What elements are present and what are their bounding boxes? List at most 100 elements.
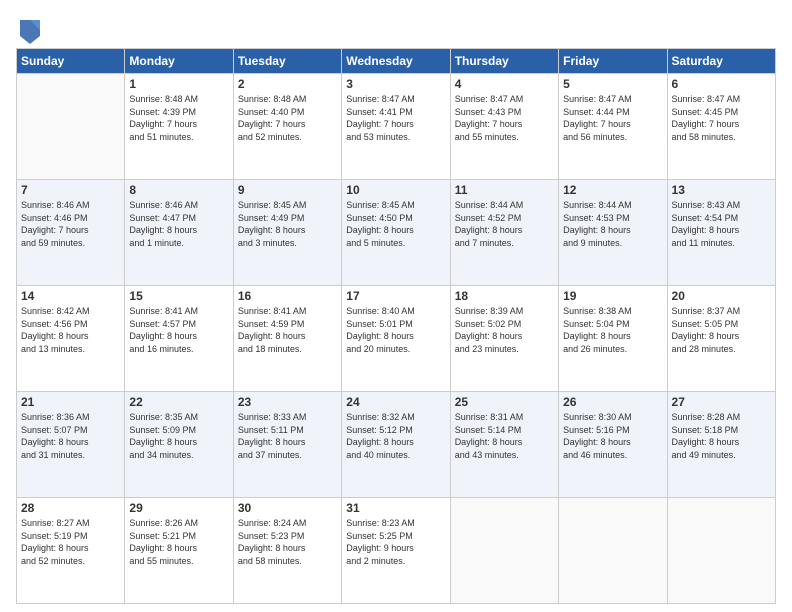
calendar-day-cell: 16 Sunrise: 8:41 AM Sunset: 4:59 PM Dayli…: [233, 286, 341, 392]
calendar-day-cell: 11 Sunrise: 8:44 AM Sunset: 4:52 PM Dayli…: [450, 180, 558, 286]
calendar-day-cell: 3 Sunrise: 8:47 AM Sunset: 4:41 PM Daylig…: [342, 74, 450, 180]
day-number: 4: [455, 77, 554, 91]
day-info: Sunrise: 8:35 AM Sunset: 5:09 PM Dayligh…: [129, 411, 228, 461]
day-number: 18: [455, 289, 554, 303]
calendar-day-cell: 10 Sunrise: 8:45 AM Sunset: 4:50 PM Dayli…: [342, 180, 450, 286]
day-info: Sunrise: 8:42 AM Sunset: 4:56 PM Dayligh…: [21, 305, 120, 355]
calendar-header-cell: Tuesday: [233, 49, 341, 74]
header: [16, 12, 776, 44]
day-info: Sunrise: 8:48 AM Sunset: 4:40 PM Dayligh…: [238, 93, 337, 143]
day-info: Sunrise: 8:46 AM Sunset: 4:47 PM Dayligh…: [129, 199, 228, 249]
calendar-day-cell: [17, 74, 125, 180]
day-info: Sunrise: 8:33 AM Sunset: 5:11 PM Dayligh…: [238, 411, 337, 461]
day-number: 23: [238, 395, 337, 409]
calendar-week-row: 21 Sunrise: 8:36 AM Sunset: 5:07 PM Dayli…: [17, 392, 776, 498]
day-info: Sunrise: 8:23 AM Sunset: 5:25 PM Dayligh…: [346, 517, 445, 567]
calendar-day-cell: 12Sunrise: 8:44 AM Sunset: 4:53 PM Dayli…: [559, 180, 667, 286]
day-number: 16: [238, 289, 337, 303]
day-info: Sunrise: 8:37 AM Sunset: 5:05 PM Dayligh…: [672, 305, 771, 355]
day-number: 12: [563, 183, 662, 197]
calendar-week-row: 7Sunrise: 8:46 AM Sunset: 4:46 PM Daylig…: [17, 180, 776, 286]
day-number: 29: [129, 501, 228, 515]
day-info: Sunrise: 8:47 AM Sunset: 4:44 PM Dayligh…: [563, 93, 662, 143]
calendar-day-cell: 30Sunrise: 8:24 AM Sunset: 5:23 PM Dayli…: [233, 498, 341, 604]
calendar-day-cell: 1 Sunrise: 8:48 AM Sunset: 4:39 PM Daylig…: [125, 74, 233, 180]
day-number: 9: [238, 183, 337, 197]
day-info: Sunrise: 8:45 AM Sunset: 4:50 PM Dayligh…: [346, 199, 445, 249]
calendar-day-cell: 17 Sunrise: 8:40 AM Sunset: 5:01 PM Dayli…: [342, 286, 450, 392]
calendar-day-cell: 31 Sunrise: 8:23 AM Sunset: 5:25 PM Dayli…: [342, 498, 450, 604]
calendar-header-cell: Sunday: [17, 49, 125, 74]
calendar-header-cell: Thursday: [450, 49, 558, 74]
day-number: 13: [672, 183, 771, 197]
day-info: Sunrise: 8:45 AM Sunset: 4:49 PM Dayligh…: [238, 199, 337, 249]
day-info: Sunrise: 8:38 AM Sunset: 5:04 PM Dayligh…: [563, 305, 662, 355]
calendar-day-cell: 24 Sunrise: 8:32 AM Sunset: 5:12 PM Dayli…: [342, 392, 450, 498]
day-number: 3: [346, 77, 445, 91]
calendar-day-cell: 13Sunrise: 8:43 AM Sunset: 4:54 PM Dayli…: [667, 180, 775, 286]
calendar-day-cell: 18 Sunrise: 8:39 AM Sunset: 5:02 PM Dayli…: [450, 286, 558, 392]
day-number: 24: [346, 395, 445, 409]
day-number: 22: [129, 395, 228, 409]
day-info: Sunrise: 8:31 AM Sunset: 5:14 PM Dayligh…: [455, 411, 554, 461]
day-info: Sunrise: 8:47 AM Sunset: 4:41 PM Dayligh…: [346, 93, 445, 143]
calendar-week-row: 14 Sunrise: 8:42 AM Sunset: 4:56 PM Dayli…: [17, 286, 776, 392]
day-info: Sunrise: 8:41 AM Sunset: 4:59 PM Dayligh…: [238, 305, 337, 355]
day-info: Sunrise: 8:47 AM Sunset: 4:45 PM Dayligh…: [672, 93, 771, 143]
calendar-day-cell: 25 Sunrise: 8:31 AM Sunset: 5:14 PM Dayli…: [450, 392, 558, 498]
day-info: Sunrise: 8:27 AM Sunset: 5:19 PM Dayligh…: [21, 517, 120, 567]
calendar-day-cell: [559, 498, 667, 604]
logo: [16, 16, 42, 44]
calendar-header-cell: Friday: [559, 49, 667, 74]
calendar-day-cell: 14 Sunrise: 8:42 AM Sunset: 4:56 PM Dayli…: [17, 286, 125, 392]
calendar-header-cell: Monday: [125, 49, 233, 74]
day-number: 6: [672, 77, 771, 91]
day-number: 26: [563, 395, 662, 409]
day-number: 14: [21, 289, 120, 303]
calendar-week-row: 1 Sunrise: 8:48 AM Sunset: 4:39 PM Daylig…: [17, 74, 776, 180]
day-info: Sunrise: 8:40 AM Sunset: 5:01 PM Dayligh…: [346, 305, 445, 355]
day-info: Sunrise: 8:46 AM Sunset: 4:46 PM Dayligh…: [21, 199, 120, 249]
day-info: Sunrise: 8:39 AM Sunset: 5:02 PM Dayligh…: [455, 305, 554, 355]
day-number: 5: [563, 77, 662, 91]
calendar-day-cell: 21 Sunrise: 8:36 AM Sunset: 5:07 PM Dayli…: [17, 392, 125, 498]
day-number: 17: [346, 289, 445, 303]
calendar-day-cell: 20 Sunrise: 8:37 AM Sunset: 5:05 PM Dayli…: [667, 286, 775, 392]
day-number: 2: [238, 77, 337, 91]
calendar-day-cell: 15 Sunrise: 8:41 AM Sunset: 4:57 PM Dayli…: [125, 286, 233, 392]
day-number: 1: [129, 77, 228, 91]
day-info: Sunrise: 8:41 AM Sunset: 4:57 PM Dayligh…: [129, 305, 228, 355]
day-number: 27: [672, 395, 771, 409]
calendar-day-cell: 5 Sunrise: 8:47 AM Sunset: 4:44 PM Daylig…: [559, 74, 667, 180]
calendar-header-row: SundayMondayTuesdayWednesdayThursdayFrid…: [17, 49, 776, 74]
calendar-day-cell: 19 Sunrise: 8:38 AM Sunset: 5:04 PM Dayli…: [559, 286, 667, 392]
day-number: 8: [129, 183, 228, 197]
calendar-day-cell: 29 Sunrise: 8:26 AM Sunset: 5:21 PM Dayli…: [125, 498, 233, 604]
day-number: 10: [346, 183, 445, 197]
day-info: Sunrise: 8:36 AM Sunset: 5:07 PM Dayligh…: [21, 411, 120, 461]
calendar-table: SundayMondayTuesdayWednesdayThursdayFrid…: [16, 48, 776, 604]
page: SundayMondayTuesdayWednesdayThursdayFrid…: [0, 0, 792, 612]
day-number: 28: [21, 501, 120, 515]
day-number: 25: [455, 395, 554, 409]
day-number: 31: [346, 501, 445, 515]
day-number: 20: [672, 289, 771, 303]
day-info: Sunrise: 8:24 AM Sunset: 5:23 PM Dayligh…: [238, 517, 337, 567]
calendar-day-cell: 27 Sunrise: 8:28 AM Sunset: 5:18 PM Dayli…: [667, 392, 775, 498]
day-info: Sunrise: 8:26 AM Sunset: 5:21 PM Dayligh…: [129, 517, 228, 567]
day-number: 15: [129, 289, 228, 303]
calendar-header-cell: Saturday: [667, 49, 775, 74]
day-number: 21: [21, 395, 120, 409]
calendar-day-cell: [667, 498, 775, 604]
calendar-day-cell: 8 Sunrise: 8:46 AM Sunset: 4:47 PM Daylig…: [125, 180, 233, 286]
day-number: 11: [455, 183, 554, 197]
calendar-week-row: 28 Sunrise: 8:27 AM Sunset: 5:19 PM Dayli…: [17, 498, 776, 604]
calendar-day-cell: 26Sunrise: 8:30 AM Sunset: 5:16 PM Dayli…: [559, 392, 667, 498]
day-info: Sunrise: 8:48 AM Sunset: 4:39 PM Dayligh…: [129, 93, 228, 143]
day-info: Sunrise: 8:32 AM Sunset: 5:12 PM Dayligh…: [346, 411, 445, 461]
calendar-day-cell: 2 Sunrise: 8:48 AM Sunset: 4:40 PM Daylig…: [233, 74, 341, 180]
calendar-day-cell: 22 Sunrise: 8:35 AM Sunset: 5:09 PM Dayli…: [125, 392, 233, 498]
day-number: 19: [563, 289, 662, 303]
day-info: Sunrise: 8:28 AM Sunset: 5:18 PM Dayligh…: [672, 411, 771, 461]
day-info: Sunrise: 8:44 AM Sunset: 4:52 PM Dayligh…: [455, 199, 554, 249]
